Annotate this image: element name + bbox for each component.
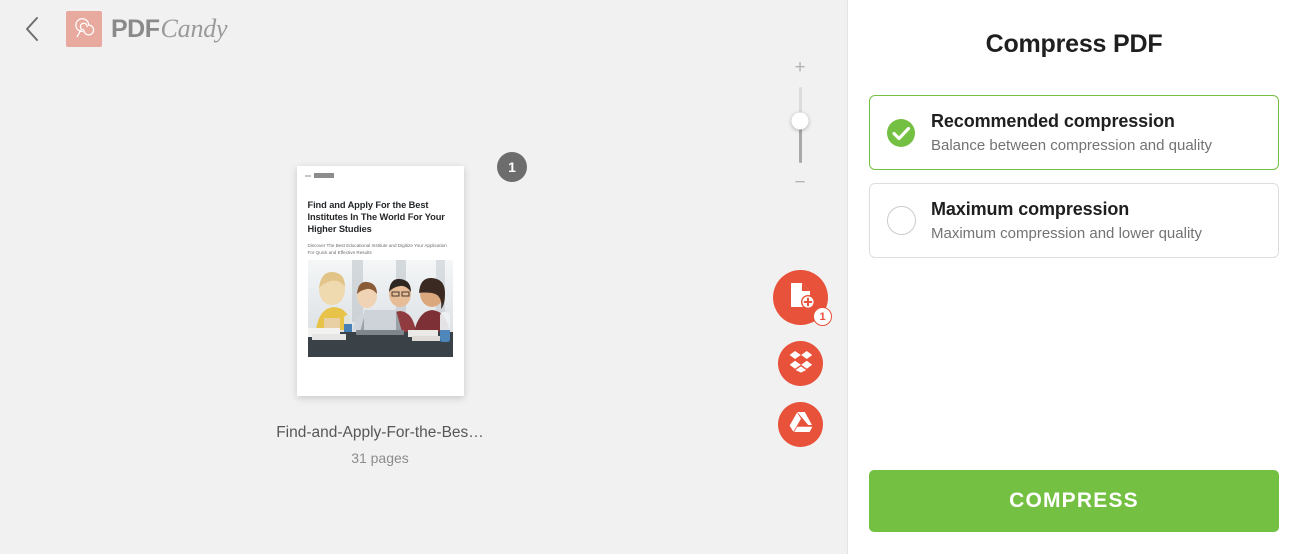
minus-icon[interactable]: − <box>794 173 805 192</box>
chevron-left-icon <box>24 16 40 42</box>
brand-candy: Candy <box>160 14 228 43</box>
cta-container: COMPRESS <box>869 470 1279 532</box>
document-file-name: Find-and-Apply-For-the-Bes… <box>276 424 484 441</box>
thumbnail-subtitle: Discover The Best Educational Institute … <box>307 243 447 255</box>
option-maximum-compression[interactable]: Maximum compression Maximum compression … <box>869 183 1279 258</box>
file-plus-icon <box>788 281 815 314</box>
google-drive-button[interactable] <box>778 402 823 447</box>
app-root: PDF Candy 1 Find and Apply For the Best I… <box>0 0 1300 554</box>
back-button[interactable] <box>12 9 52 49</box>
add-file-count-badge: 1 <box>813 307 832 326</box>
options-panel: Compress PDF Recommended compression Bal… <box>847 0 1300 554</box>
add-file-button[interactable]: 1 <box>773 270 832 326</box>
brand-logo[interactable]: PDF Candy <box>66 11 228 47</box>
option-text: Maximum compression Maximum compression … <box>931 198 1202 243</box>
thumbnail-title: Find and Apply For the Best Institutes I… <box>307 200 445 235</box>
compress-button[interactable]: COMPRESS <box>869 470 1279 532</box>
zoom-slider-track[interactable] <box>791 87 809 163</box>
option-description: Balance between compression and quality <box>931 137 1213 154</box>
thumbnail-corner-logo <box>304 173 334 178</box>
page-number-badge[interactable]: 1 <box>497 152 527 182</box>
top-bar: PDF Candy <box>0 0 847 58</box>
radio-unchecked-icon <box>886 206 916 236</box>
brand-wordmark: PDF Candy <box>111 14 228 44</box>
brand-pdf: PDF <box>111 15 160 43</box>
action-buttons: 1 <box>773 270 832 447</box>
thumbnail-photo <box>307 260 453 357</box>
google-drive-icon <box>789 411 813 438</box>
check-circle-icon <box>886 118 916 148</box>
panel-title: Compress PDF <box>985 30 1163 58</box>
zoom-control: + − <box>782 58 818 192</box>
option-recommended-compression[interactable]: Recommended compression Balance between … <box>869 95 1279 170</box>
document-page-count: 31 pages <box>351 450 409 466</box>
compression-options: Recommended compression Balance between … <box>848 95 1300 258</box>
dropbox-icon <box>789 350 813 378</box>
document-area: 1 Find and Apply For the Best Institutes… <box>0 58 760 554</box>
dropbox-button[interactable] <box>778 341 823 386</box>
option-title: Maximum compression <box>931 199 1130 219</box>
document-thumbnail[interactable]: Find and Apply For the Best Institutes I… <box>296 166 464 396</box>
option-description: Maximum compression and lower quality <box>931 225 1202 242</box>
option-title: Recommended compression <box>931 111 1175 131</box>
plus-icon[interactable]: + <box>794 58 805 77</box>
option-text: Recommended compression Balance between … <box>931 110 1212 155</box>
workspace-canvas: PDF Candy 1 Find and Apply For the Best I… <box>0 0 847 554</box>
lollipop-icon <box>66 11 102 47</box>
zoom-slider-handle[interactable] <box>791 112 809 130</box>
document-item: 1 Find and Apply For the Best Institutes… <box>269 152 527 466</box>
